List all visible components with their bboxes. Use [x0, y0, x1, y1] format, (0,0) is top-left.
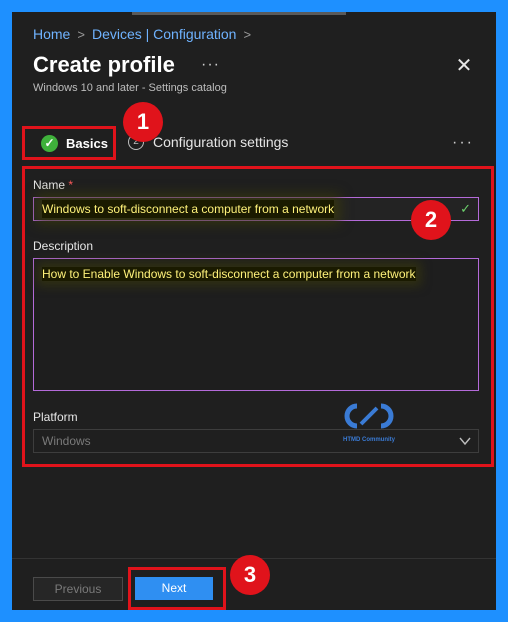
- callout-badge-2: 2: [411, 200, 451, 240]
- required-mark: *: [68, 178, 74, 192]
- chevron-down-icon: [459, 437, 471, 446]
- description-value: How to Enable Windows to soft-disconnect…: [42, 267, 416, 281]
- name-label-text: Name: [33, 178, 66, 192]
- previous-button[interactable]: Previous: [33, 577, 123, 601]
- step-configuration-label: Configuration settings: [153, 134, 289, 150]
- breadcrumb-home[interactable]: Home: [33, 26, 70, 42]
- more-icon[interactable]: ···: [201, 56, 220, 74]
- more-icon[interactable]: ···: [452, 134, 474, 152]
- breadcrumb-separator: >: [77, 26, 85, 42]
- watermark-text: HTMD Community: [343, 437, 395, 443]
- step-basics[interactable]: ✓ Basics: [22, 126, 116, 160]
- name-label: Name *: [33, 178, 73, 192]
- page-subtitle: Windows 10 and later - Settings catalog: [33, 82, 227, 94]
- name-input-value: Windows to soft-disconnect a computer fr…: [42, 200, 335, 218]
- check-circle-icon: ✓: [41, 134, 58, 152]
- breadcrumb: Home > Devices | Configuration >: [33, 26, 251, 42]
- close-icon[interactable]: ✕: [454, 56, 474, 76]
- breadcrumb-separator: >: [243, 26, 252, 42]
- htmd-logo-icon: [344, 403, 394, 429]
- platform-select[interactable]: Windows: [33, 429, 479, 453]
- valid-check-icon: ✓: [460, 201, 471, 216]
- step-basics-label: Basics: [66, 135, 108, 151]
- callout-badge-3: 3: [230, 555, 270, 595]
- platform-value: Windows: [42, 434, 91, 448]
- create-profile-panel: Home > Devices | Configuration > Create …: [12, 12, 496, 610]
- description-label: Description: [33, 239, 94, 253]
- description-textarea[interactable]: How to Enable Windows to soft-disconnect…: [33, 258, 479, 391]
- callout-badge-1: 1: [123, 102, 163, 142]
- next-button[interactable]: Next: [135, 577, 213, 600]
- watermark-logo: HTMD Community: [334, 400, 404, 443]
- breadcrumb-devices-configuration[interactable]: Devices | Configuration: [92, 26, 236, 42]
- page-title: Create profile: [33, 52, 175, 77]
- platform-label: Platform: [33, 410, 78, 424]
- scroll-indicator: [132, 12, 346, 15]
